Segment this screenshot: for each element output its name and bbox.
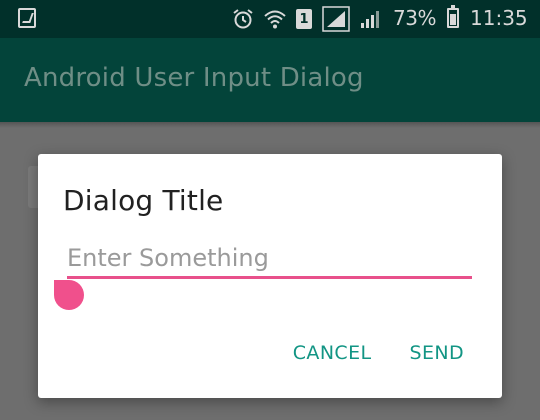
cancel-button[interactable]: CANCEL	[293, 342, 372, 364]
wifi-icon	[264, 10, 286, 29]
text-cursor-handle-icon[interactable]	[54, 280, 84, 310]
status-icons: 1	[232, 6, 380, 32]
battery-charging-icon	[447, 5, 459, 28]
app-bar: Android User Input Dialog	[0, 38, 540, 122]
app-bar-shadow	[0, 122, 540, 128]
status-bar: 1 73% 11:35	[0, 0, 540, 38]
app-title: Android User Input Dialog	[24, 63, 364, 93]
alarm-icon	[233, 9, 253, 29]
input-underline	[67, 276, 472, 279]
dialog-title: Dialog Title	[63, 184, 224, 217]
input-dialog: Dialog Title CANCEL SEND	[38, 154, 502, 398]
send-button[interactable]: SEND	[409, 342, 464, 364]
screenshot-icon	[18, 8, 36, 28]
battery-percent: 73%	[393, 6, 436, 30]
signal-icon	[322, 6, 350, 32]
status-clock: 11:35	[470, 6, 528, 30]
signal-icon	[361, 11, 379, 28]
dialog-actions: CANCEL SEND	[293, 342, 464, 364]
sim1-icon: 1	[296, 9, 312, 29]
dialog-text-input[interactable]	[67, 240, 472, 276]
